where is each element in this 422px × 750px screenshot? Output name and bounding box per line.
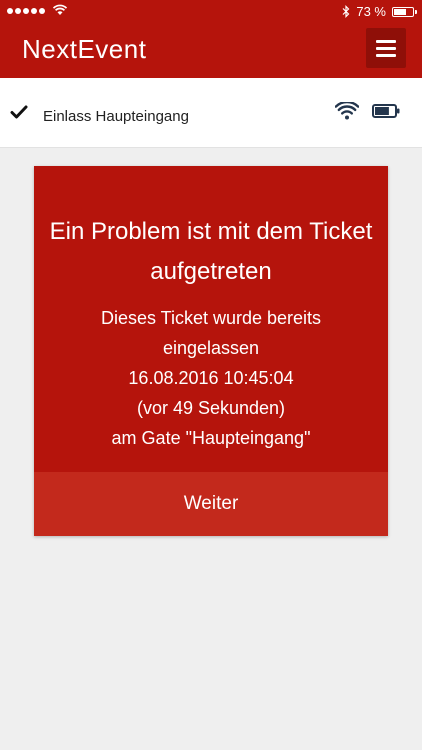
status-bar: 73 % xyxy=(0,0,422,24)
entrance-info-row: Einlass Haupteingang xyxy=(0,78,422,148)
checkmark-icon xyxy=(10,105,28,119)
hamburger-menu-icon xyxy=(376,39,396,43)
menu-button[interactable] xyxy=(366,28,406,68)
cell-signal-icon xyxy=(7,8,45,14)
battery-icon xyxy=(372,104,400,118)
app-logo: NextEvent xyxy=(22,34,147,64)
status-right-group: 73 % xyxy=(342,4,417,19)
bluetooth-icon xyxy=(342,5,350,18)
continue-button[interactable]: Weiter xyxy=(34,472,388,536)
app-header: NextEvent xyxy=(0,24,422,78)
battery-percent: 73 % xyxy=(356,4,386,19)
error-title: Ein Problem ist mit dem Ticket aufgetret… xyxy=(49,218,373,285)
error-line-timestamp: 16.08.2016 10:45:04 xyxy=(128,368,294,388)
error-message: Dieses Ticket wurde bereits eingelassen … xyxy=(34,303,388,453)
wifi-icon xyxy=(335,102,359,120)
error-card: Ein Problem ist mit dem Ticket aufgetret… xyxy=(34,166,388,536)
error-line-elapsed: (vor 49 Sekunden) xyxy=(136,398,286,418)
status-wifi-icon xyxy=(52,4,68,19)
entrance-label: Einlass Haupteingang xyxy=(43,108,189,125)
status-battery-icon xyxy=(392,6,417,17)
error-line-admitted: eingelassen xyxy=(162,338,260,358)
error-line-ticket-used: Dieses Ticket wurde bereits xyxy=(100,308,322,328)
error-line-gate: am Gate "Haupteingang" xyxy=(111,428,311,448)
